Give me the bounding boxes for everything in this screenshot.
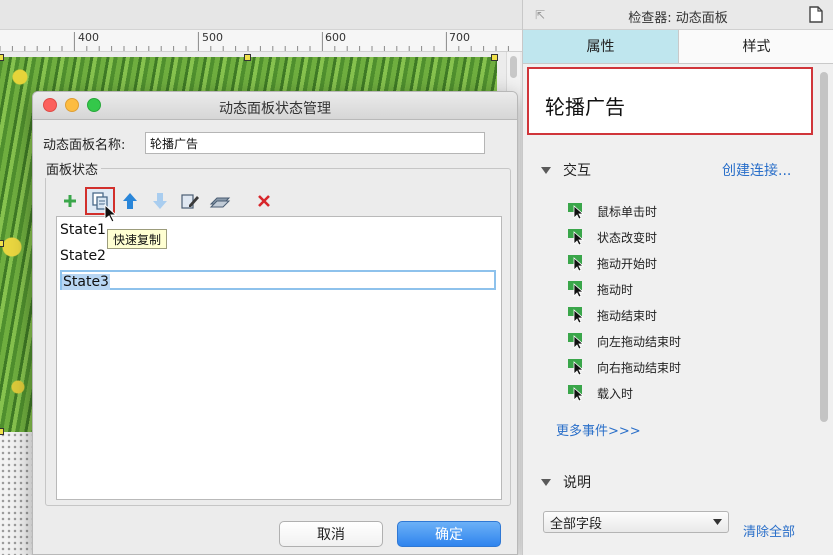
state-name: State3 [62, 274, 110, 290]
field-select[interactable]: 全部字段 [543, 511, 729, 533]
event-label: 鼠标单击时 [597, 204, 658, 219]
event-label: 拖动开始时 [597, 256, 658, 271]
selection-handle[interactable] [0, 240, 4, 247]
state-name: State2 [60, 248, 106, 264]
dialog-title: 动态面板状态管理 [219, 101, 331, 117]
event-label: 载入时 [597, 386, 634, 401]
event-item[interactable]: 拖动开始时 [567, 250, 681, 276]
add-icon [64, 195, 76, 207]
state-edit-field[interactable]: State3 [60, 270, 496, 290]
inspector-titlebar: ⇱ 检查器: 动态面板 [523, 0, 833, 30]
states-toolbar [59, 187, 283, 215]
panel-states-label: 面板状态 [43, 159, 102, 178]
delete-icon [258, 195, 270, 207]
more-events-link[interactable]: 更多事件>>> [556, 420, 641, 439]
event-cursor-icon [568, 255, 585, 272]
event-cursor-icon [568, 307, 585, 324]
chevron-down-icon [713, 519, 722, 525]
panel-name-label: 动态面板名称: [43, 137, 126, 153]
clear-all-link[interactable]: 清除全部 [743, 521, 795, 540]
selection-handle[interactable] [491, 54, 498, 61]
dialog-titlebar[interactable]: 动态面板状态管理 [33, 92, 517, 120]
event-cursor-icon [568, 229, 585, 246]
inspector-scrollbar[interactable] [818, 66, 832, 555]
panel-state-manager-dialog: 动态面板状态管理 动态面板名称: 面板状态 [32, 91, 518, 555]
state-name: State1 [60, 222, 106, 238]
inspector-scroll-thumb[interactable] [820, 72, 828, 422]
event-cursor-icon [568, 333, 585, 350]
field-select-value: 全部字段 [550, 516, 603, 532]
event-cursor-icon [568, 203, 585, 220]
widget-name-field[interactable]: 轮播广告 [527, 67, 813, 135]
inspector-title: 检查器: 动态面板 [628, 11, 728, 26]
event-cursor-icon [568, 359, 585, 376]
arrow-up-icon [123, 193, 137, 209]
move-up-button[interactable] [119, 190, 141, 212]
state-list[interactable]: State1 State2 State3 [56, 216, 502, 500]
horizontal-ruler: 400 500 600 700 [0, 30, 522, 52]
arrow-down-icon [153, 193, 167, 209]
edit-all-states-icon [209, 197, 231, 208]
tab-style[interactable]: 样式 [679, 30, 833, 63]
event-item[interactable]: 鼠标单击时 [567, 198, 681, 224]
widget-name: 轮播广告 [545, 95, 625, 119]
event-label: 拖动时 [597, 282, 634, 297]
delete-state-button[interactable] [253, 190, 275, 212]
ruler-label-700: 700 [449, 31, 470, 44]
interaction-label: 交互 [563, 163, 591, 179]
event-cursor-icon [568, 385, 585, 402]
event-cursor-icon [568, 281, 585, 298]
panel-name-input[interactable] [145, 132, 485, 154]
event-label: 向左拖动结束时 [597, 334, 682, 349]
page-icon[interactable] [809, 6, 823, 23]
event-item[interactable]: 载入时 [567, 380, 681, 406]
edit-state-icon [181, 194, 199, 209]
inspector-tabs: 属性 样式 [523, 30, 833, 64]
description-label: 说明 [563, 475, 591, 491]
create-link[interactable]: 创建连接... [722, 160, 791, 180]
inspector-panel: ⇱ 检查器: 动态面板 属性 样式 轮播广告 交互 创建连接... 鼠标单击时状… [522, 0, 833, 555]
event-label: 向右拖动结束时 [597, 360, 682, 375]
ruler-label-500: 500 [202, 31, 223, 44]
edit-state-button[interactable] [179, 190, 201, 212]
ruler-label-600: 600 [325, 31, 346, 44]
selection-handle[interactable] [0, 428, 4, 435]
add-state-button[interactable] [59, 190, 81, 212]
canvas-scroll-thumb[interactable] [510, 56, 517, 78]
selection-handle[interactable] [244, 54, 251, 61]
collapse-triangle-icon [541, 166, 551, 174]
mouse-pointer-icon [104, 204, 118, 223]
event-item[interactable]: 拖动时 [567, 276, 681, 302]
event-item[interactable]: 拖动结束时 [567, 302, 681, 328]
cancel-button[interactable]: 取消 [279, 521, 383, 547]
ok-button[interactable]: 确定 [397, 521, 501, 547]
event-label: 拖动结束时 [597, 308, 658, 323]
interaction-section-header[interactable]: 交互 [541, 160, 591, 180]
design-canvas[interactable]: 400 500 600 700 动态面板状态管理 动态面板名称: 轮播广告 面板… [0, 0, 522, 555]
canvas-top-strip [0, 0, 522, 30]
event-item[interactable]: 状态改变时 [567, 224, 681, 250]
event-list: 鼠标单击时状态改变时拖动开始时拖动时拖动结束时向左拖动结束时 向右拖动结束时 载入时 [567, 198, 681, 406]
app-window: 400 500 600 700 动态面板状态管理 动态面板名称: 轮播广告 面板… [0, 0, 833, 555]
description-section-header[interactable]: 说明 [541, 472, 591, 492]
selection-handle[interactable] [0, 54, 4, 61]
state-list-item-selected[interactable]: State3 [57, 269, 497, 295]
edit-all-states-button[interactable] [209, 190, 231, 212]
event-label: 状态改变时 [597, 230, 658, 245]
collapse-triangle-icon [541, 478, 551, 486]
event-item[interactable]: 向左拖动结束时 [567, 328, 681, 354]
event-item[interactable]: 向右拖动结束时 [567, 354, 681, 380]
move-down-button[interactable] [149, 190, 171, 212]
panel-name-row: 动态面板名称: [43, 132, 485, 154]
ruler-label-400: 400 [78, 31, 99, 44]
duplicate-tooltip: 快速复制 [107, 229, 168, 249]
tab-properties[interactable]: 属性 [523, 30, 679, 63]
